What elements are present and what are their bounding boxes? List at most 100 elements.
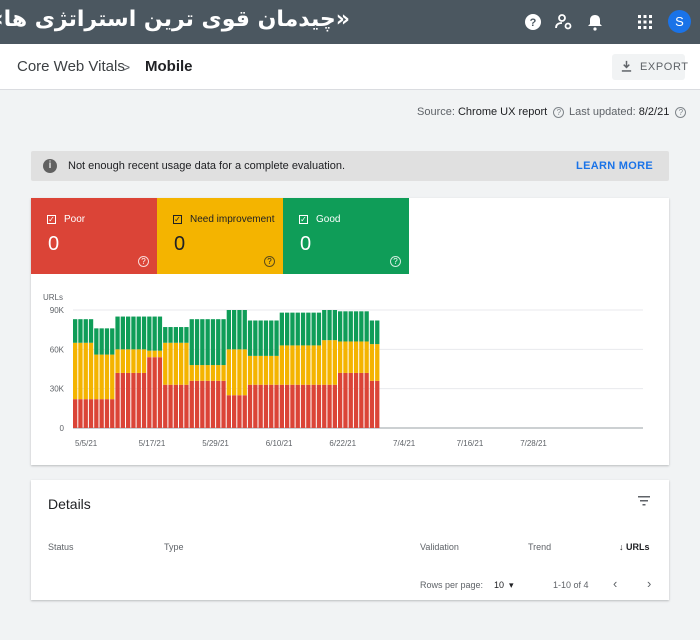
- apps-icon[interactable]: [635, 12, 655, 32]
- bar-segment[interactable]: [136, 316, 141, 350]
- bar-segment[interactable]: [253, 384, 258, 428]
- bar-segment[interactable]: [290, 312, 295, 346]
- bar-segment[interactable]: [126, 316, 131, 350]
- good-tile[interactable]: ✓ Good 0 ?: [283, 198, 409, 274]
- bar-segment[interactable]: [173, 384, 178, 428]
- bar-segment[interactable]: [300, 312, 306, 346]
- good-help-icon[interactable]: ?: [390, 256, 401, 267]
- bar-segment[interactable]: [120, 372, 125, 428]
- bar-segment[interactable]: [136, 372, 141, 428]
- column-status[interactable]: Status: [48, 542, 74, 552]
- bar-segment[interactable]: [285, 345, 290, 385]
- updated-help-icon[interactable]: ?: [675, 106, 687, 118]
- rows-per-page-select[interactable]: 10 ▾: [494, 580, 514, 591]
- bar-segment[interactable]: [311, 384, 316, 428]
- bar-segment[interactable]: [285, 312, 290, 346]
- bar-segment[interactable]: [83, 399, 88, 428]
- bar-segment[interactable]: [348, 372, 353, 428]
- notifications-icon[interactable]: [585, 12, 605, 32]
- bar-segment[interactable]: [147, 316, 152, 351]
- bar-segment[interactable]: [237, 395, 242, 428]
- bar-segment[interactable]: [242, 349, 247, 396]
- bar-segment[interactable]: [131, 316, 136, 350]
- bar-segment[interactable]: [295, 312, 300, 346]
- bar-segment[interactable]: [247, 320, 253, 356]
- bar-segment[interactable]: [300, 384, 306, 428]
- bar-segment[interactable]: [83, 319, 88, 343]
- bar-segment[interactable]: [332, 340, 337, 385]
- bar-segment[interactable]: [120, 316, 125, 350]
- bar-segment[interactable]: [290, 384, 295, 428]
- bar-segment[interactable]: [316, 312, 322, 346]
- bar-segment[interactable]: [168, 384, 173, 428]
- bar-segment[interactable]: [375, 380, 380, 428]
- bar-segment[interactable]: [332, 310, 337, 341]
- bar-segment[interactable]: [353, 341, 359, 373]
- bar-segment[interactable]: [73, 319, 78, 343]
- bar-segment[interactable]: [152, 350, 157, 358]
- bar-segment[interactable]: [258, 355, 263, 385]
- bar-segment[interactable]: [152, 316, 157, 351]
- bar-segment[interactable]: [295, 345, 300, 385]
- export-button[interactable]: EXPORT: [612, 54, 688, 80]
- bar-segment[interactable]: [263, 355, 269, 385]
- bar-segment[interactable]: [242, 395, 247, 428]
- bar-segment[interactable]: [205, 319, 210, 366]
- bar-segment[interactable]: [78, 342, 83, 400]
- need-improvement-tile[interactable]: ✓ Need improvement 0 ?: [157, 198, 283, 274]
- bar-segment[interactable]: [348, 341, 353, 373]
- bar-segment[interactable]: [205, 380, 210, 428]
- good-checkbox[interactable]: ✓: [299, 215, 308, 224]
- avatar[interactable]: S: [668, 10, 691, 33]
- bar-segment[interactable]: [253, 320, 258, 356]
- bar-segment[interactable]: [306, 384, 311, 428]
- bar-segment[interactable]: [269, 355, 274, 385]
- bar-segment[interactable]: [110, 354, 115, 400]
- bar-segment[interactable]: [163, 342, 168, 385]
- bar-segment[interactable]: [189, 319, 194, 366]
- bar-segment[interactable]: [247, 355, 253, 385]
- source-help-icon[interactable]: ?: [553, 106, 565, 118]
- bar-segment[interactable]: [104, 354, 110, 400]
- bar-segment[interactable]: [141, 316, 147, 350]
- column-type[interactable]: Type: [164, 542, 184, 552]
- bar-segment[interactable]: [78, 319, 83, 343]
- bar-segment[interactable]: [88, 342, 94, 400]
- bar-segment[interactable]: [353, 372, 359, 428]
- breadcrumb-parent[interactable]: Core Web Vitals: [17, 58, 125, 75]
- bar-segment[interactable]: [189, 365, 194, 381]
- bar-segment[interactable]: [173, 342, 178, 385]
- bar-segment[interactable]: [279, 312, 284, 346]
- bar-segment[interactable]: [210, 365, 216, 381]
- bar-segment[interactable]: [269, 384, 274, 428]
- bar-segment[interactable]: [179, 384, 184, 428]
- poor-help-icon[interactable]: ?: [138, 256, 149, 267]
- bar-segment[interactable]: [375, 344, 380, 381]
- bar-segment[interactable]: [200, 365, 205, 381]
- bar-segment[interactable]: [322, 340, 327, 385]
- bar-segment[interactable]: [359, 341, 364, 373]
- bar-segment[interactable]: [332, 384, 337, 428]
- bar-segment[interactable]: [316, 345, 322, 385]
- bar-segment[interactable]: [221, 380, 226, 428]
- help-icon[interactable]: ?: [523, 12, 543, 32]
- bar-segment[interactable]: [184, 384, 189, 428]
- bar-segment[interactable]: [232, 349, 237, 396]
- bar-segment[interactable]: [131, 372, 136, 428]
- bar-segment[interactable]: [94, 354, 99, 400]
- bar-segment[interactable]: [338, 341, 343, 373]
- bar-segment[interactable]: [200, 380, 205, 428]
- bar-segment[interactable]: [126, 372, 131, 428]
- bar-segment[interactable]: [242, 310, 247, 350]
- bar-segment[interactable]: [327, 310, 332, 341]
- bar-segment[interactable]: [194, 365, 200, 381]
- bar-segment[interactable]: [110, 328, 115, 355]
- column-validation[interactable]: Validation: [420, 542, 459, 552]
- bar-segment[interactable]: [115, 316, 120, 350]
- bar-segment[interactable]: [369, 320, 375, 345]
- bar-segment[interactable]: [184, 327, 189, 343]
- bar-segment[interactable]: [194, 319, 200, 366]
- bar-segment[interactable]: [94, 328, 99, 355]
- bar-segment[interactable]: [226, 349, 231, 396]
- bar-segment[interactable]: [343, 372, 348, 428]
